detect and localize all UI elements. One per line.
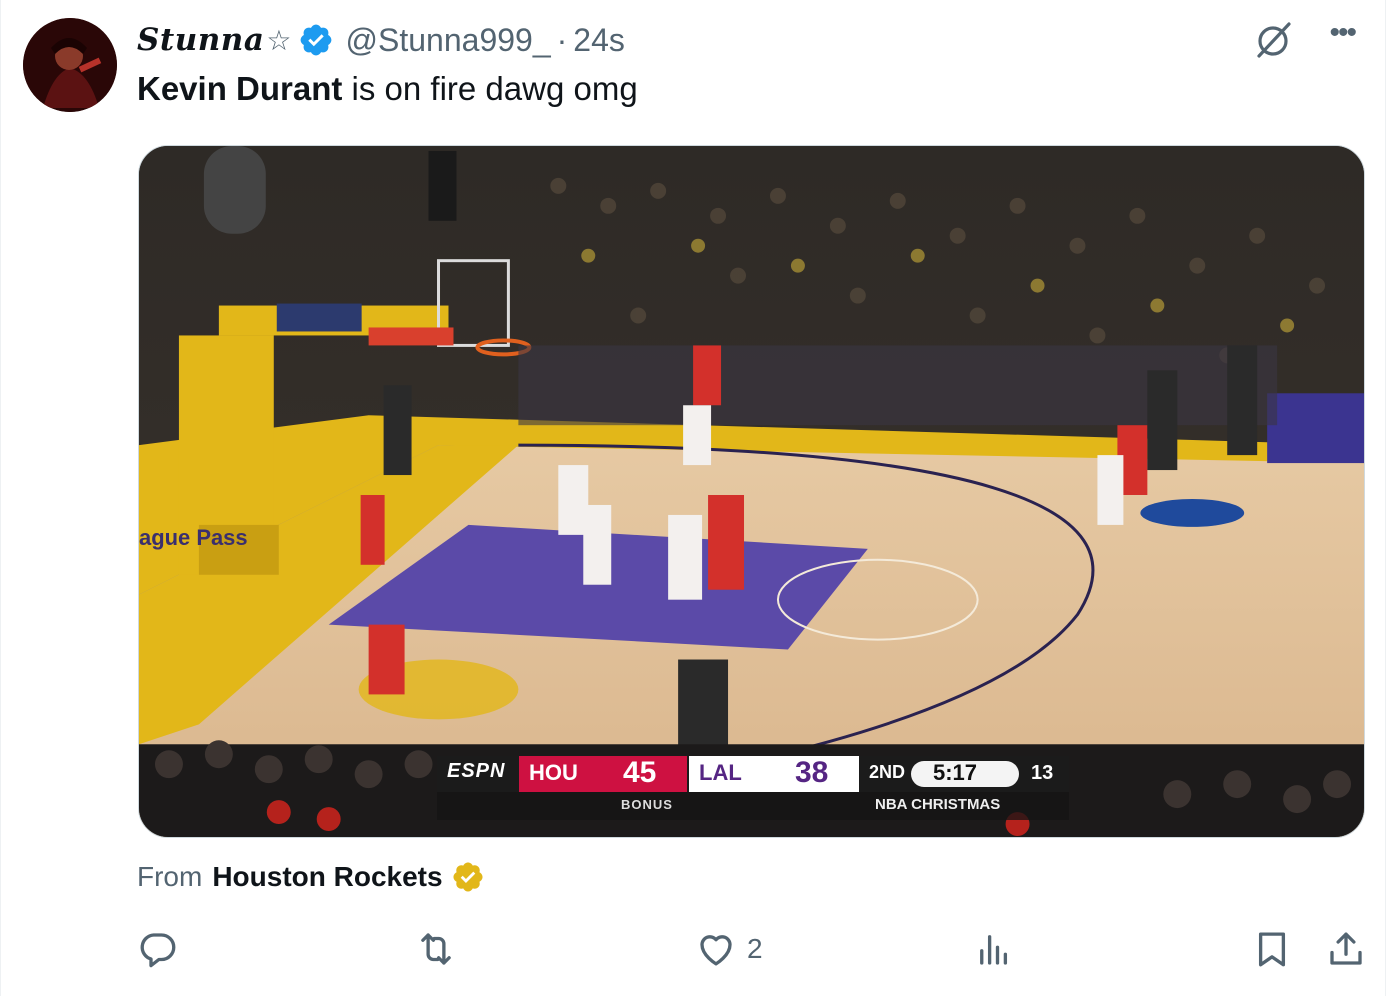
source-attribution: From Houston Rockets (137, 860, 485, 894)
bookmark-icon (1258, 932, 1286, 967)
verified-badge-icon[interactable] (298, 22, 334, 58)
name-star-symbol: ☆ (266, 24, 292, 56)
svg-text:ague Pass: ague Pass (139, 525, 248, 550)
retweet-icon (421, 933, 451, 965)
reply-icon (140, 933, 176, 968)
tweet-text-bold: Kevin Durant (137, 70, 343, 107)
scoreboard: ESPN HOU 45 LAL 38 2ND 5:17 13 BONUS NBA… (437, 756, 1069, 828)
more-options-icon[interactable]: ••• (1329, 18, 1356, 48)
source-name-link[interactable]: Houston Rockets (212, 861, 442, 893)
tweet-top-actions: ••• (1251, 18, 1357, 62)
retweet-button[interactable] (415, 928, 457, 970)
broadcast-branding: NBA CHRISTMAS (875, 796, 1001, 813)
tweet-header: Stunna ☆ @Stunna999_ · 24s (137, 18, 625, 62)
tweet-actions-bar: 2 (1, 922, 1386, 982)
shot-clock: 13 (1031, 762, 1054, 784)
video-media[interactable]: ague Pass ESPN HOU 45 LAL 38 2ND 5:17 13… (138, 145, 1365, 838)
views-button[interactable] (973, 928, 1015, 970)
network-logo: ESPN (447, 760, 506, 782)
game-clock: 5:17 (933, 760, 978, 785)
tweet-card[interactable]: Stunna ☆ @Stunna999_ · 24s ••• Kevin Dur… (0, 0, 1386, 996)
bookmark-button[interactable] (1251, 928, 1293, 970)
away-team: LAL (699, 760, 742, 785)
tweet-text: Kevin Durant is on fire dawg omg (137, 70, 638, 108)
home-team: HOU (529, 760, 578, 785)
share-button[interactable] (1325, 928, 1367, 970)
share-icon (1330, 932, 1362, 965)
bonus-indicator: BONUS (621, 797, 673, 812)
period: 2ND (869, 762, 906, 782)
avatar[interactable] (23, 18, 117, 112)
home-score: 45 (623, 756, 657, 789)
from-label: From (137, 861, 203, 892)
heart-icon (700, 935, 732, 966)
timestamp[interactable]: 24s (573, 22, 625, 59)
away-score: 38 (795, 756, 829, 789)
tweet-text-rest: is on fire dawg omg (342, 70, 638, 107)
like-button[interactable]: 2 (695, 928, 763, 970)
gold-verified-badge-icon (453, 862, 483, 892)
user-handle[interactable]: @Stunna999_ (346, 22, 551, 59)
like-count: 2 (747, 933, 763, 964)
separator-dot: · (556, 21, 568, 58)
display-name[interactable]: Stunna (137, 22, 264, 58)
reply-button[interactable] (137, 928, 179, 970)
views-icon (980, 935, 1008, 965)
grok-icon[interactable] (1251, 18, 1295, 62)
